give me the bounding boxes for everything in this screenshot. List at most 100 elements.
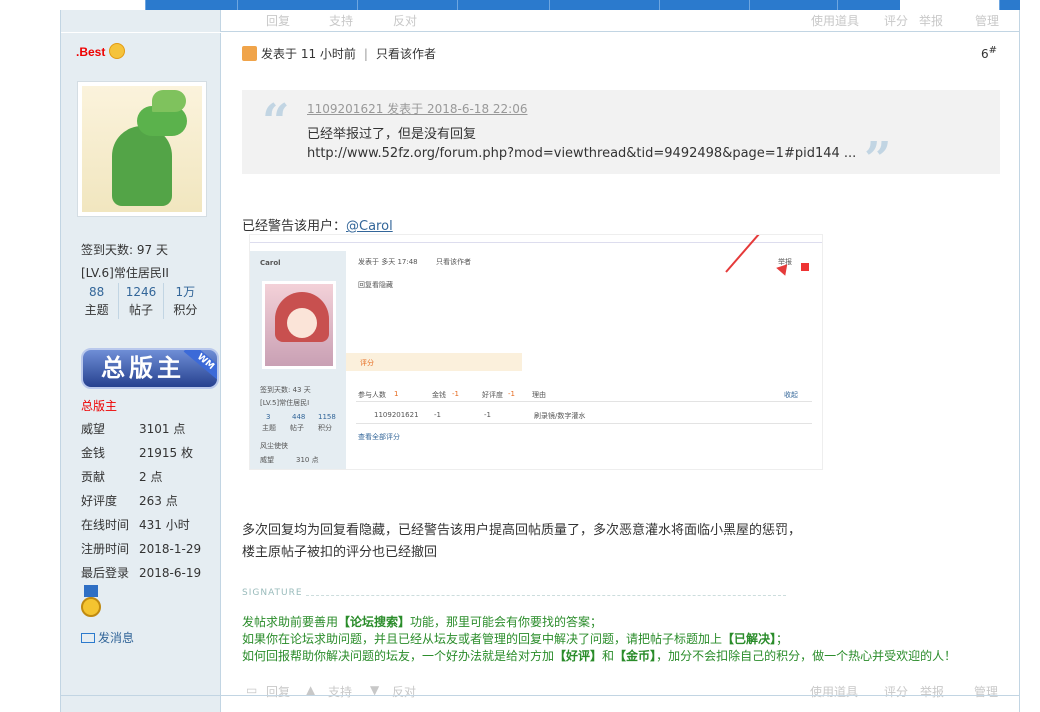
shot-avatar: [262, 281, 336, 369]
detail-value: 2018-6-19: [139, 566, 202, 580]
stat-credits-label: 积分: [173, 303, 198, 317]
nav-tab[interactable]: [358, 0, 458, 10]
crown-icon: [109, 43, 125, 59]
checkin-days: 签到天数: 97 天: [81, 243, 168, 257]
shot-group: 风尘使侠: [260, 442, 288, 450]
shot-header-reason: 理由: [532, 391, 546, 399]
detail-register-time: 注册时间 2018-1-29: [81, 540, 221, 557]
close-quote-icon: ”: [864, 132, 892, 188]
prev-manage-button[interactable]: 管理: [975, 12, 999, 29]
prev-support-button[interactable]: 支持: [329, 12, 353, 29]
shot-stat-posts: 448: [292, 413, 306, 421]
detail-value: 2018-1-29: [139, 542, 202, 556]
nav-tab[interactable]: [900, 0, 1000, 10]
nav-tab[interactable]: [660, 0, 750, 10]
stat-threads-label: 主题: [84, 303, 109, 317]
shot-divider: [356, 401, 812, 402]
prev-report-button[interactable]: 举报: [919, 12, 943, 29]
author-sidebar: .Best 签到天数: 97 天 [LV.6]常住居民II 88 主题 1246…: [61, 33, 221, 695]
support-button[interactable]: 支持: [328, 683, 352, 700]
nav-tab[interactable]: [750, 0, 838, 10]
floor-suffix: #: [988, 45, 997, 56]
shot-post-time: 发表于 多天 17:48: [358, 258, 418, 266]
stat-posts[interactable]: 1246 帖子: [119, 283, 164, 319]
reply-button[interactable]: 回复: [266, 683, 290, 700]
only-author-link[interactable]: 只看该作者: [376, 47, 436, 61]
prev-reply-button[interactable]: 回复: [266, 12, 290, 29]
post-info: 发表于 11 小时前 | 只看该作者: [242, 45, 436, 62]
stat-posts-label: 帖子: [128, 303, 153, 317]
detail-last-login: 最后登录 2018-6-19: [81, 564, 221, 581]
scrollbar[interactable]: [1021, 0, 1040, 712]
warned-user-link[interactable]: @Carol: [346, 219, 393, 234]
detail-key: 威望: [81, 422, 106, 436]
quote-line-1: 已经举报过了，但是没有回复: [307, 127, 477, 142]
shot-rate-label: 评分: [360, 359, 374, 367]
send-message-link[interactable]: 发消息: [81, 629, 134, 646]
nav-tab[interactable]: [146, 0, 238, 10]
report-button[interactable]: 举报: [920, 683, 944, 700]
detail-key: 注册时间: [81, 542, 130, 556]
medal-icon[interactable]: [81, 585, 101, 619]
send-message-label: 发消息: [98, 631, 135, 645]
shot-top-bar: [250, 235, 822, 243]
floor-number[interactable]: 6#: [981, 45, 997, 61]
nav-tab[interactable]: [238, 0, 358, 10]
shot-rate-count: 1: [394, 390, 399, 398]
shot-stat-credits-label: 积分: [318, 424, 332, 432]
warned-prefix: 已经警告该用户：: [242, 219, 347, 234]
author-name[interactable]: .Best: [76, 45, 105, 59]
oppose-button[interactable]: 反对: [392, 683, 416, 700]
detail-key: 金钱: [81, 446, 106, 460]
detail-value: 21915 枚: [139, 446, 193, 460]
shot-view-all: 查看全部评分: [358, 433, 400, 441]
shot-level: [LV.5]常住居民I: [260, 399, 310, 407]
nav-tab-active[interactable]: [60, 0, 146, 10]
rate-button[interactable]: 评分: [884, 683, 908, 700]
user-group[interactable]: 总版主: [81, 397, 117, 414]
moderator-badge: 总版主 WM: [81, 348, 219, 389]
detail-weiwang: 威望 3101 点: [81, 420, 221, 437]
post-user-icon: [242, 46, 257, 61]
shot-header-participants: 参与人数: [358, 391, 386, 399]
previous-post-actions: 回复 支持 反对 使用道具 评分 举报 管理: [61, 10, 1019, 32]
nav-tab[interactable]: [458, 0, 550, 10]
stat-credits-value[interactable]: 1万: [164, 283, 207, 301]
stat-credits[interactable]: 1万 积分: [164, 283, 207, 319]
shot-checkin: 签到天数: 43 天: [260, 386, 311, 394]
shot-weiwang: 威望: [260, 456, 274, 464]
quote-block: “ ” 1109201621 发表于 2018-6-18 22:06 已经举报过…: [242, 90, 1000, 184]
post-actions: ▭ 回复 ▲ 支持 ▼ 反对 使用道具 评分 举报 管理: [222, 681, 1019, 703]
embedded-screenshot[interactable]: Carol 签到天数: 43 天 [LV.5]常住居民I 3 448 1158 …: [249, 234, 823, 470]
manage-button[interactable]: 管理: [974, 683, 998, 700]
shot-header-money: 金钱: [432, 391, 446, 399]
shot-content: 回复看隐藏: [358, 281, 393, 289]
detail-value: 2 点: [139, 470, 163, 484]
stat-threads[interactable]: 88 主题: [75, 283, 120, 319]
shot-rater-reason: 刷录镜/数字灌水: [534, 412, 586, 420]
shot-rater-money: -1: [434, 411, 441, 419]
stat-threads-value[interactable]: 88: [75, 283, 118, 301]
open-quote-icon: “: [262, 94, 290, 150]
prev-oppose-button[interactable]: 反对: [393, 12, 417, 29]
prev-use-tool-button[interactable]: 使用道具: [811, 12, 859, 29]
badge-text: 总版主: [101, 354, 185, 382]
shot-stat-threads-label: 主题: [262, 424, 276, 432]
shot-report-flag-icon: [801, 263, 809, 271]
avatar[interactable]: [77, 81, 207, 217]
post-time: 发表于 11 小时前: [261, 47, 356, 61]
post-frame: 回复 支持 反对 使用道具 评分 举报 管理 .Best 签到天数: 97 天 …: [60, 10, 1020, 712]
post-body-line-1: 多次回复均为回复看隐藏，已经警告该用户提高回帖质量了，多次恶意灌水将面临小黑屋的…: [242, 523, 802, 538]
next-post-sidebar-strip: [61, 696, 221, 712]
post-body-line-2: 楼主原帖子被扣的评分也已经撤回: [242, 545, 438, 560]
shot-collapse: 收起: [784, 391, 798, 399]
quote-line-2: http://www.52fz.org/forum.php?mod=viewth…: [307, 146, 857, 161]
shot-only-author: 只看该作者: [436, 258, 471, 266]
prev-rate-button[interactable]: 评分: [884, 12, 908, 29]
stat-posts-value[interactable]: 1246: [119, 283, 162, 301]
user-level[interactable]: [LV.6]常住居民II: [81, 264, 169, 281]
nav-tab[interactable]: [550, 0, 660, 10]
quote-header[interactable]: 1109201621 发表于 2018-6-18 22:06: [307, 100, 527, 117]
use-tool-button[interactable]: 使用道具: [810, 683, 858, 700]
detail-value: 431 小时: [139, 518, 190, 532]
